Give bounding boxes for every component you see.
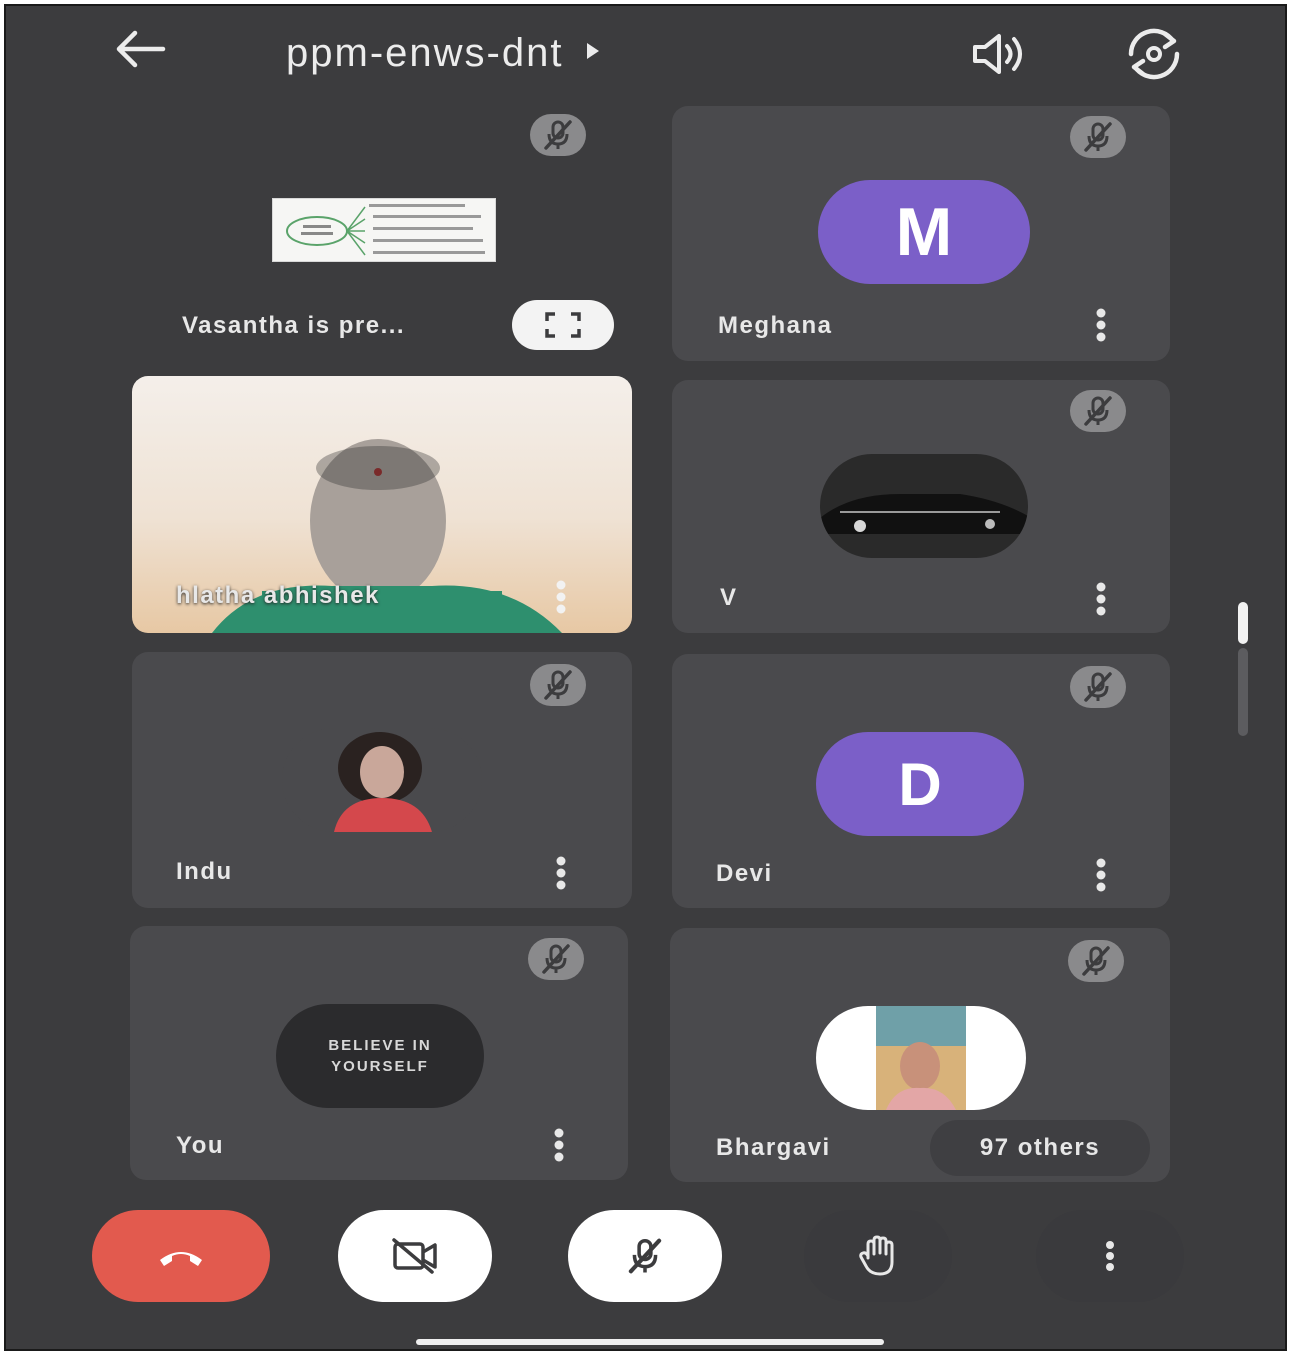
participant-name: V: [720, 584, 738, 611]
more-vertical-icon: [1096, 582, 1106, 616]
mic-off-icon: [542, 944, 570, 974]
mic-off-icon: [544, 670, 572, 700]
home-indicator[interactable]: [416, 1339, 884, 1345]
tile-options-button[interactable]: [546, 574, 576, 620]
caret-right-icon: [585, 41, 601, 66]
more-vertical-icon: [556, 856, 566, 890]
back-button[interactable]: [108, 26, 170, 76]
speaker-icon: [969, 32, 1029, 81]
mic-muted-badge: [1070, 116, 1126, 158]
tile-you[interactable]: BELIEVE IN YOURSELF You: [130, 926, 628, 1180]
more-options-button[interactable]: [1036, 1210, 1184, 1302]
mic-toggle-button[interactable]: [568, 1210, 722, 1302]
tile-meghana[interactable]: M Meghana: [672, 106, 1170, 361]
tile-options-button[interactable]: [544, 1122, 574, 1168]
fullscreen-button[interactable]: [512, 300, 614, 350]
avatar: BELIEVE IN YOURSELF: [276, 1004, 484, 1108]
meet-call-screen: ppm-enws-dnt Vasantha is pre... M Meghan…: [4, 4, 1287, 1351]
top-bar: ppm-enws-dnt: [6, 6, 1285, 96]
hand-icon: [859, 1235, 894, 1276]
mic-muted-badge: [1070, 390, 1126, 432]
scroll-indicator[interactable]: [1238, 602, 1248, 644]
switch-camera-button[interactable]: [1118, 26, 1190, 86]
fullscreen-icon: [545, 312, 581, 338]
participant-name: hlatha abhishek: [176, 582, 380, 609]
mic-muted-badge: [1070, 666, 1126, 708]
more-vertical-icon: [556, 580, 566, 614]
tile-v[interactable]: V: [672, 380, 1170, 633]
more-vertical-icon: [1096, 858, 1106, 892]
avatar: [282, 728, 482, 832]
mic-off-icon: [1082, 946, 1110, 976]
participant-name: You: [176, 1132, 225, 1159]
tile-indu[interactable]: Indu: [132, 652, 632, 908]
tile-options-button[interactable]: [1086, 576, 1116, 622]
participant-name: Indu: [176, 858, 233, 885]
meeting-code: ppm-enws-dnt: [286, 30, 564, 75]
avatar: [820, 454, 1028, 558]
avatar: M: [818, 180, 1030, 284]
tile-options-button[interactable]: [546, 850, 576, 896]
others-count-chip[interactable]: 97 others: [930, 1120, 1150, 1176]
mic-muted-badge: [528, 938, 584, 980]
mic-muted-badge: [530, 664, 586, 706]
camera-off-icon: [392, 1238, 437, 1274]
arrow-left-icon: [111, 29, 167, 74]
phone-hangup-icon: [160, 1252, 202, 1266]
tile-options-button[interactable]: [1086, 852, 1116, 898]
mic-off-icon: [1084, 396, 1112, 426]
tile-hlatha-video[interactable]: hlatha abhishek: [132, 376, 632, 633]
avatar-text-line2: YOURSELF: [331, 1058, 429, 1075]
tile-presenter[interactable]: Vasantha is pre...: [132, 106, 632, 361]
mic-muted-badge: [1068, 940, 1124, 982]
shared-screen-thumbnail: [272, 198, 496, 262]
end-call-button[interactable]: [92, 1210, 270, 1302]
switch-camera-icon: [1119, 26, 1189, 87]
mic-off-icon: [1084, 122, 1112, 152]
raise-hand-button[interactable]: [804, 1210, 952, 1302]
audio-output-button[interactable]: [966, 28, 1032, 84]
mic-off-icon: [544, 120, 572, 150]
avatar: D: [816, 732, 1024, 836]
mic-off-icon: [1084, 672, 1112, 702]
more-vertical-icon: [554, 1128, 564, 1162]
more-vertical-icon: [1096, 308, 1106, 342]
scroll-indicator-track: [1238, 648, 1248, 736]
tile-bhargavi[interactable]: Bhargavi 97 others: [670, 928, 1170, 1182]
mic-off-icon: [628, 1238, 662, 1274]
tile-devi[interactable]: D Devi: [672, 654, 1170, 908]
avatar: [816, 1006, 1026, 1110]
participant-name: Vasantha is pre...: [182, 312, 406, 339]
participant-name: Bhargavi: [716, 1134, 831, 1161]
mic-muted-badge: [530, 114, 586, 156]
participant-name: Meghana: [718, 312, 833, 339]
camera-toggle-button[interactable]: [338, 1210, 492, 1302]
tile-options-button[interactable]: [1086, 302, 1116, 348]
more-vertical-icon: [1106, 1241, 1114, 1271]
participant-name: Devi: [716, 860, 773, 887]
avatar-text-line1: BELIEVE IN: [328, 1037, 432, 1054]
meeting-info-button[interactable]: ppm-enws-dnt: [286, 28, 601, 78]
